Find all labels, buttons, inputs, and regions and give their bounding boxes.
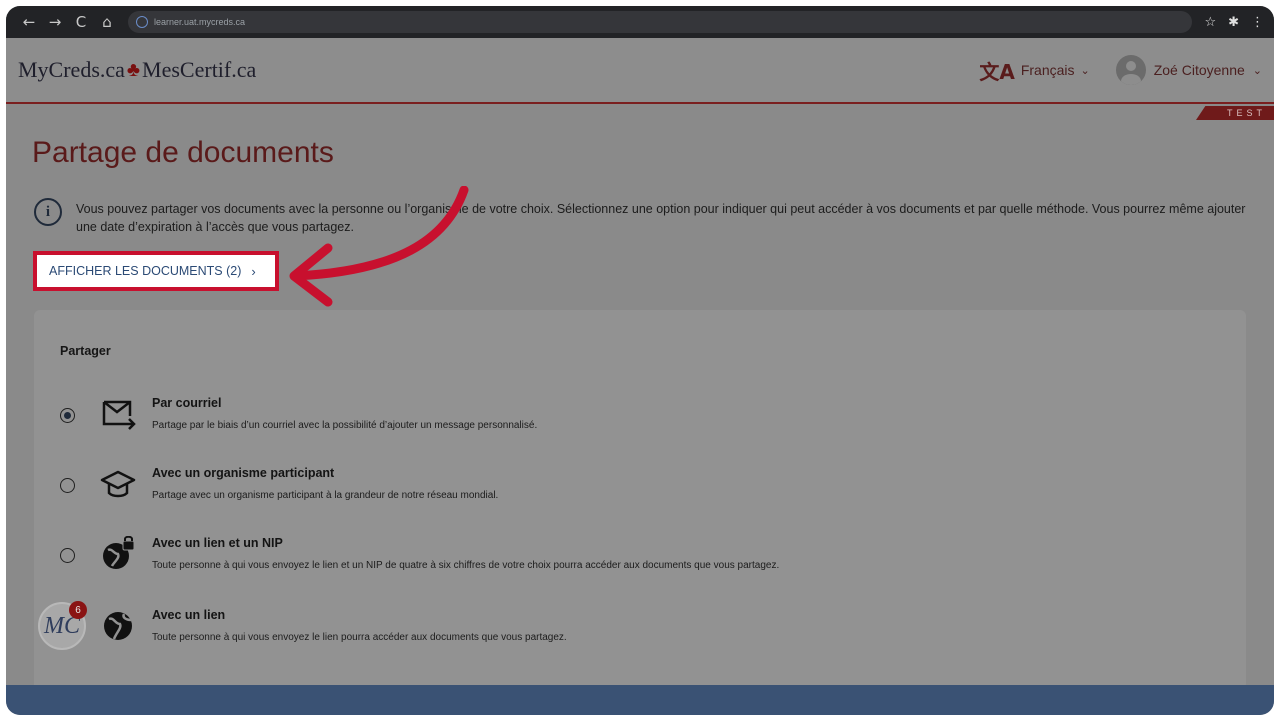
option-label: Avec un lien et un NIP [152,536,283,550]
share-title: Partager [60,344,111,358]
app-header: MyCreds.ca ♣ MesCertif.ca 文A Français ⌄ … [6,38,1274,104]
footer-band [6,685,1274,715]
globe-icon [104,612,132,640]
option-label: Par courriel [152,396,222,410]
info-text: Vous pouvez partager vos documents avec … [76,202,1246,234]
radio-email[interactable] [60,408,75,423]
share-card: Partager Par courriel Partage par le bia… [34,310,1246,690]
show-documents-button[interactable]: AFFICHER LES DOCUMENTS (2) › [33,251,279,291]
window-frame: ← → C ⌂ learner.uat.mycreds.ca ☆ ✱ ⋮ MyC… [6,6,1274,715]
option-description: Partage par le biais d’un courriel avec … [152,420,538,431]
home-icon[interactable]: ⌂ [94,13,120,31]
share-option-link[interactable]: Avec un lien Toute personne à qui vous e… [60,608,1210,656]
browser-toolbar: ← → C ⌂ learner.uat.mycreds.ca ☆ ✱ ⋮ [6,6,1274,38]
info-notice: i Vous pouvez partager vos documents ave… [34,198,1254,236]
radio-link-pin[interactable] [60,548,75,563]
header-actions: 文A Français ⌄ Zoé Citoyenne ⌄ [979,55,1262,85]
avatar [1115,55,1146,85]
page-title: Partage de documents [32,136,334,169]
chevron-down-icon: ⌄ [1252,64,1262,77]
option-description: Toute personne à qui vous envoyez le lie… [152,560,780,571]
browser-menu-icon[interactable]: ⋮ [1251,15,1264,30]
translate-icon: 文A [979,59,1015,84]
browser-actions: ☆ ✱ ⋮ [1204,15,1264,30]
globe-lock-icon [103,536,135,569]
option-description: Toute personne à qui vous envoyez le lie… [152,632,567,643]
reload-icon[interactable]: C [68,13,94,31]
option-label: Avec un organisme participant [152,466,335,480]
notification-count: 6 [69,601,87,619]
address-bar[interactable]: learner.uat.mycreds.ca [128,11,1193,33]
brand-left-text: MyCreds.ca [18,57,125,82]
language-label: Français [1020,62,1075,78]
annotation-arrow [289,186,469,307]
site-icon [136,16,148,28]
share-option-organization[interactable]: Avec un organisme participant Partage av… [60,466,1210,514]
brand-logo[interactable]: MyCreds.ca ♣ MesCertif.ca [18,57,256,83]
environment-tag: TEST [1196,106,1274,120]
url-text: learner.uat.mycreds.ca [154,17,246,27]
radio-organization[interactable] [60,478,75,493]
forward-icon[interactable]: → [42,13,68,31]
option-label: Avec un lien [152,608,226,622]
maple-leaf-icon: ♣ [126,58,141,81]
graduation-cap-icon [100,470,136,498]
extensions-icon[interactable]: ✱ [1228,15,1239,30]
option-description: Partage avec un organisme participant à … [152,490,499,501]
show-documents-label: AFFICHER LES DOCUMENTS (2) [49,264,242,278]
brand-right-text: MesCertif.ca [142,57,257,82]
chevron-right-icon: › [251,263,256,279]
chevron-down-icon: ⌄ [1080,64,1090,77]
language-selector[interactable]: 文A Français ⌄ [979,56,1089,85]
info-icon: i [34,198,62,226]
share-option-email[interactable]: Par courriel Partage par le biais d’un c… [60,396,1210,444]
bookmark-star-icon[interactable]: ☆ [1204,15,1216,30]
share-option-link-pin[interactable]: Avec un lien et un NIP Toute personne à … [60,536,1210,584]
user-menu[interactable]: Zoé Citoyenne ⌄ [1115,55,1262,85]
back-icon[interactable]: ← [16,13,42,31]
user-name: Zoé Citoyenne [1153,62,1245,78]
email-send-icon [102,400,136,430]
mycreds-help-badge[interactable]: MC 6 [38,601,87,650]
